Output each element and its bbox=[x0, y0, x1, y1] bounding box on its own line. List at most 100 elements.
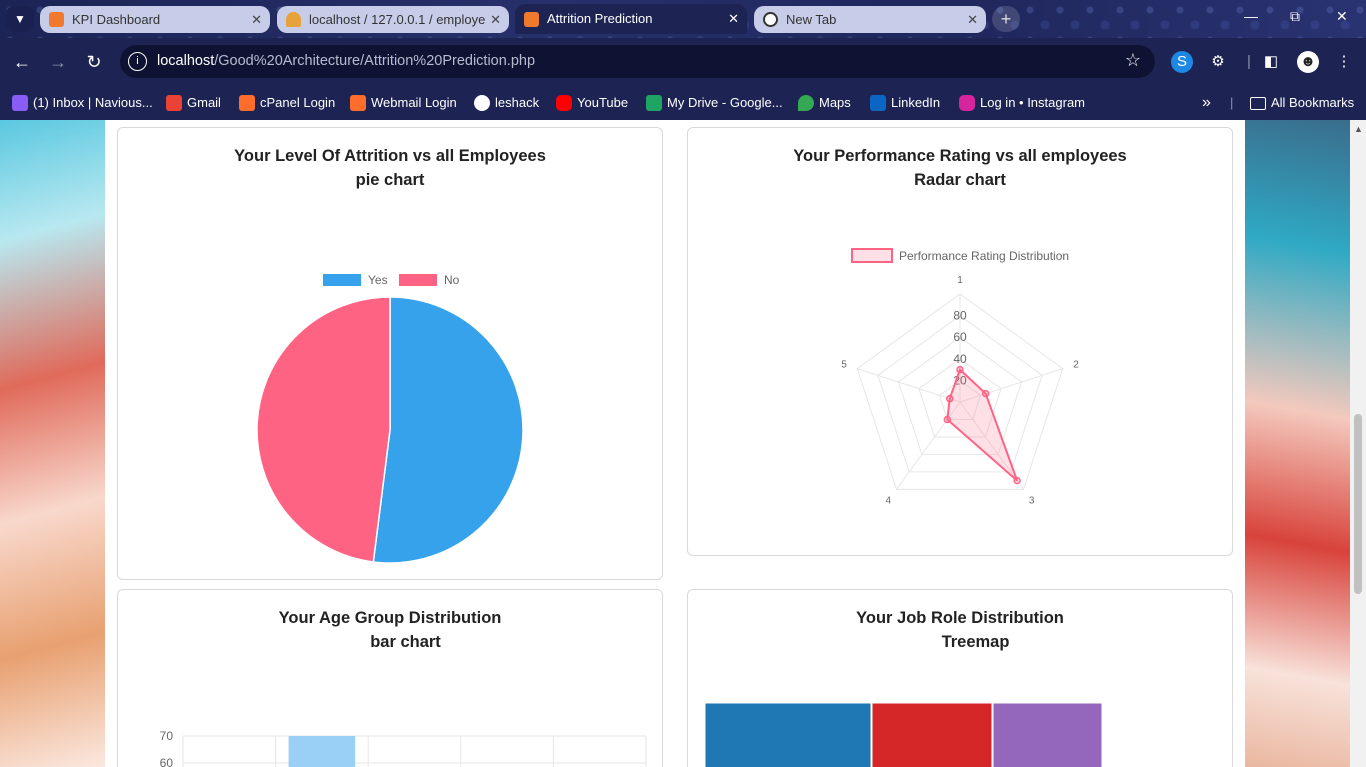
side-panel-icon[interactable]: ◧ bbox=[1260, 51, 1282, 73]
url-text[interactable]: localhost/Good%20Architecture/Attrition%… bbox=[157, 53, 535, 69]
browser-toolbar: ← → ↻ i localhost/Good%20Architecture/At… bbox=[0, 38, 1366, 86]
extensions-icon[interactable]: ⚙ bbox=[1207, 51, 1229, 73]
back-icon[interactable]: ← bbox=[10, 50, 34, 74]
page-content: Your Level Of Attrition vs all Employees… bbox=[105, 120, 1245, 767]
linkedin-icon bbox=[870, 95, 886, 111]
bookmark-label: My Drive - Google... bbox=[667, 95, 783, 110]
tab-new-tab[interactable]: New Tab ✕ bbox=[754, 6, 986, 33]
tab-attrition-prediction[interactable]: Attrition Prediction ✕ bbox=[515, 4, 747, 34]
pie-slice-yes bbox=[372, 296, 524, 564]
bar-chart: 70 60 bbox=[160, 729, 647, 767]
gmail-icon bbox=[166, 95, 182, 111]
pie-slice-no bbox=[256, 296, 391, 563]
radar-chart: Performance Rating Distribution123452040… bbox=[841, 248, 1079, 507]
performance-chart-card: Your Performance Rating vs all employees… bbox=[687, 127, 1233, 556]
tab-label: Attrition Prediction bbox=[547, 11, 653, 26]
youtube-icon bbox=[556, 95, 572, 111]
legend-swatch bbox=[323, 274, 361, 286]
radar-data-point bbox=[1013, 476, 1021, 485]
close-icon[interactable]: ✕ bbox=[486, 6, 501, 33]
bookmark-instagram[interactable]: Log in • Instagram bbox=[959, 91, 1085, 115]
more-bookmarks-button[interactable]: » bbox=[1202, 91, 1211, 115]
radar-data-point bbox=[943, 415, 952, 424]
radar-tick-label: 40 bbox=[953, 352, 967, 366]
tab-phpmyadmin[interactable]: localhost / 127.0.0.1 / employee ✕ bbox=[277, 6, 509, 33]
radar-spoke bbox=[857, 368, 961, 403]
site-info-icon[interactable]: i bbox=[128, 52, 147, 71]
radar-data-area bbox=[946, 367, 1019, 482]
reload-icon[interactable]: ↻ bbox=[82, 50, 106, 74]
legend-swatch bbox=[851, 248, 893, 263]
profile-avatar[interactable]: ☻ bbox=[1297, 51, 1319, 73]
bookmark-linkedin[interactable]: LinkedIn bbox=[870, 91, 940, 115]
pie-chart: Yes No bbox=[256, 273, 524, 564]
tab-search-button[interactable]: ▼ bbox=[6, 6, 34, 32]
radar-tick-label: 80 bbox=[953, 309, 967, 323]
bookmark-inbox[interactable]: (1) Inbox | Navious... bbox=[12, 91, 153, 115]
all-bookmarks-button[interactable]: All Bookmarks bbox=[1250, 91, 1354, 115]
bookmark-maps[interactable]: Maps bbox=[798, 91, 851, 115]
page-scrollbar[interactable]: ▲ bbox=[1350, 120, 1366, 767]
window-close-icon[interactable]: ✕ bbox=[1336, 8, 1348, 25]
radar-data-point bbox=[956, 365, 964, 374]
age-chart-card: Your Age Group Distribution bar chart 70… bbox=[117, 589, 663, 767]
radar-axis-label: 2 bbox=[1073, 359, 1079, 370]
radar-data-point bbox=[945, 394, 954, 403]
bookmarks-bar: (1) Inbox | Navious... Gmail cPanel Logi… bbox=[0, 86, 1366, 120]
scroll-up-arrow-icon[interactable]: ▲ bbox=[1354, 124, 1363, 134]
xampp-icon bbox=[49, 12, 64, 27]
browser-menu-icon[interactable]: ⋮ bbox=[1333, 51, 1355, 73]
background-image-left bbox=[0, 120, 105, 767]
bookmark-cpanel[interactable]: cPanel Login bbox=[239, 91, 335, 115]
cpanel-icon bbox=[350, 95, 366, 111]
minimize-icon[interactable]: — bbox=[1244, 8, 1258, 24]
attrition-chart-card: Your Level Of Attrition vs all Employees… bbox=[117, 127, 663, 580]
legend-swatch bbox=[399, 274, 437, 286]
treemap-cell bbox=[704, 702, 872, 767]
bookmark-label: All Bookmarks bbox=[1271, 95, 1355, 110]
bookmark-label: cPanel Login bbox=[260, 95, 336, 110]
bookmark-youtube[interactable]: YouTube bbox=[556, 91, 628, 115]
instagram-icon bbox=[959, 95, 975, 111]
tab-label: New Tab bbox=[786, 12, 837, 27]
close-icon[interactable]: ✕ bbox=[251, 6, 262, 33]
tab-kpi-dashboard[interactable]: KPI Dashboard ✕ bbox=[40, 6, 270, 33]
bookmark-webmail[interactable]: Webmail Login bbox=[350, 91, 457, 115]
scrollbar-thumb[interactable] bbox=[1354, 414, 1362, 594]
folder-icon bbox=[1250, 97, 1266, 110]
bookmark-label: leshack bbox=[495, 95, 540, 110]
url-host: localhost bbox=[157, 53, 215, 69]
google-drive-icon bbox=[646, 95, 662, 111]
close-icon[interactable]: ✕ bbox=[728, 4, 739, 34]
page-viewport: Your Level Of Attrition vs all Employees… bbox=[0, 120, 1350, 767]
bookmark-gmail[interactable]: Gmail bbox=[166, 91, 221, 115]
tab-label: localhost / 127.0.0.1 / employee bbox=[309, 12, 493, 27]
radar-tick-label: 60 bbox=[953, 330, 967, 344]
bookmark-star-icon[interactable]: ☆ bbox=[1125, 50, 1141, 71]
forward-icon[interactable]: → bbox=[46, 50, 70, 74]
bookmark-google-drive[interactable]: My Drive - Google... bbox=[646, 91, 783, 115]
radar-axis-label: 1 bbox=[957, 275, 963, 286]
proton-mail-icon bbox=[12, 95, 28, 111]
cpanel-icon bbox=[239, 95, 255, 111]
treemap-cell bbox=[992, 702, 1103, 767]
new-tab-button[interactable]: + bbox=[992, 6, 1020, 32]
restore-icon[interactable]: ⧉ bbox=[1290, 8, 1300, 25]
google-maps-icon bbox=[798, 95, 814, 111]
radar-axis-label: 5 bbox=[841, 359, 847, 370]
radar-axis-label: 4 bbox=[886, 496, 892, 507]
phpmyadmin-icon bbox=[286, 12, 301, 27]
new-tab-icon bbox=[763, 12, 778, 27]
bookmark-leshack[interactable]: leshack bbox=[474, 91, 539, 115]
treemap-cell bbox=[871, 702, 993, 767]
shazam-extension-icon[interactable]: S bbox=[1171, 51, 1193, 73]
xampp-icon bbox=[524, 12, 539, 27]
bookmark-label: LinkedIn bbox=[891, 95, 941, 110]
close-icon[interactable]: ✕ bbox=[967, 6, 978, 33]
bookmark-label: (1) Inbox | Navious... bbox=[33, 95, 153, 110]
background-image-right bbox=[1245, 120, 1350, 767]
address-bar[interactable]: i localhost/Good%20Architecture/Attritio… bbox=[120, 45, 1155, 78]
tab-strip: ▼ KPI Dashboard ✕ localhost / 127.0.0.1 … bbox=[0, 0, 1366, 38]
url-path: /Good%20Architecture/Attrition%20Predict… bbox=[214, 53, 536, 69]
bar-value-70 bbox=[288, 736, 356, 767]
